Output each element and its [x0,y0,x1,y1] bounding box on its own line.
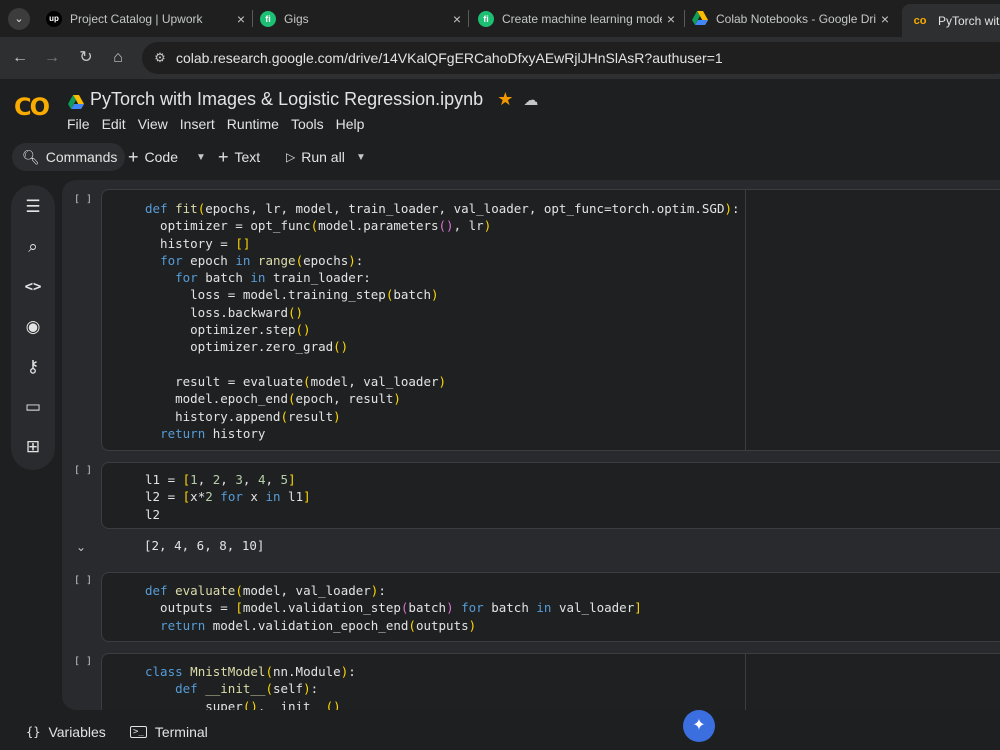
code-cell-list: [ ] l1 = [1, 2, 3, 4, 5] l2 = [x*2 for x… [62,462,1000,562]
close-icon[interactable]: × [662,11,680,27]
cell-output: [2, 4, 6, 8, 10] [144,538,265,553]
code-text: l1 = [1, 2, 3, 4, 5] l2 = [x*2 for x in … [145,472,311,522]
run-cell-button[interactable]: [ ] [74,465,92,476]
upwork-icon: up [46,10,62,27]
tab-upwork[interactable]: up Project Catalog | Upwork × [40,0,250,37]
plus-icon: + [218,146,229,167]
tab-title: Gigs [284,11,309,26]
terminal-button[interactable]: >_ Terminal [130,724,208,740]
site-info-icon[interactable]: ⚙ [150,48,170,68]
notebook-title[interactable]: PyTorch with Images & Logistic Regressio… [90,89,483,110]
forward-arrow-icon[interactable]: → [40,46,64,70]
files-folder-icon[interactable]: ▭ [11,393,55,421]
code-text: def fit(epochs, lr, model, train_loader,… [145,201,740,441]
menu-bar: File Edit View Insert Runtime Tools Help [67,116,376,132]
plus-icon: + [128,146,139,167]
notebook-area: [ ] def fit(epochs, lr, model, train_loa… [62,180,1000,710]
menu-file[interactable]: File [67,116,90,132]
commands-button[interactable]: 🔍︎ Commands [12,143,126,171]
code-text: def evaluate(model, val_loader): outputs… [145,583,642,633]
code-cell-mnist-model: [ ] class MnistModel(nn.Module): def __i… [62,653,1000,710]
code-dropdown[interactable]: ▼ [190,143,206,171]
commands-label: Commands [45,149,118,165]
bottom-bar: {} Variables >_ Terminal [0,712,1000,750]
fiverr-icon: fi [260,10,276,27]
close-icon[interactable]: × [448,11,466,27]
tab-pytorch-notebook[interactable]: co PyTorch with I [902,4,1000,37]
url-text: colab.research.google.com/drive/14VKalQF… [176,50,723,66]
home-icon[interactable]: ⌂ [106,46,130,70]
find-replace-icon[interactable]: ⌕ [11,233,55,261]
menu-view[interactable]: View [138,116,168,132]
menu-insert[interactable]: Insert [180,116,215,132]
url-input[interactable]: ⚙ colab.research.google.com/drive/14VKal… [142,42,1000,74]
menu-help[interactable]: Help [336,116,365,132]
add-code-button[interactable]: + Code [128,143,178,171]
side-rail: ☰ ⌕ <> ◉ ⚷ ▭ ⊞ [11,185,55,470]
table-of-contents-icon[interactable]: ☰ [11,193,55,221]
notebook-title-row: PyTorch with Images & Logistic Regressio… [68,89,538,110]
code-cell-evaluate: [ ] def evaluate(model, val_loader): out… [62,572,1000,644]
code-snippets-icon[interactable]: <> [11,273,55,301]
code-editor[interactable]: class MnistModel(nn.Module): def __init_… [101,653,1000,710]
play-icon: ▷ [286,150,296,164]
data-table-icon[interactable]: ⊞ [11,433,55,461]
text-label: Text [234,149,261,165]
code-editor[interactable]: def fit(epochs, lr, model, train_loader,… [101,189,1000,451]
tab-title: Create machine learning model [502,11,662,26]
colab-icon: co [913,14,927,27]
colab-header: CO PyTorch with Images & Logistic Regres… [0,79,1000,143]
code-editor[interactable]: def evaluate(model, val_loader): outputs… [101,572,1000,642]
reload-icon[interactable]: ↻ [74,46,98,70]
menu-edit[interactable]: Edit [102,116,126,132]
colab-logo[interactable]: CO [14,93,50,121]
run-cell-button[interactable]: [ ] [74,575,92,586]
chevron-down-icon[interactable]: ⌄ [76,540,86,554]
variables-braces-icon: {} [26,725,41,739]
back-arrow-icon[interactable]: ← [8,46,32,70]
close-icon[interactable]: × [876,11,894,27]
code-label: Code [144,149,178,165]
run-all-button[interactable]: ▷ Run all [286,143,345,171]
run-cell-button[interactable]: [ ] [74,656,92,667]
tab-title: PyTorch with I [938,13,1000,28]
terminal-icon: >_ [130,726,147,738]
tab-search-button[interactable]: ⌄ [8,8,30,30]
code-text: class MnistModel(nn.Module): def __init_… [145,664,356,710]
google-drive-icon [692,10,708,27]
cloud-saved-icon[interactable]: ☁ [523,91,538,109]
gemini-icon[interactable]: ✦ [683,710,715,742]
address-bar-row: ← → ↻ ⌂ ⚙ colab.research.google.com/driv… [0,37,1000,79]
menu-runtime[interactable]: Runtime [227,116,279,132]
variable-inspector-icon[interactable]: ◉ [11,313,55,341]
chevron-down-icon: ▼ [356,151,366,163]
tab-gigs[interactable]: fi Gigs × [256,0,466,37]
browser-tab-strip: ⌄ up Project Catalog | Upwork × fi Gigs … [0,0,1000,37]
tab-create-ml-model[interactable]: fi Create machine learning model × [474,0,680,37]
tab-title: Project Catalog | Upwork [70,11,203,26]
code-cell-fit: [ ] def fit(epochs, lr, model, train_loa… [62,188,1000,453]
tab-colab-notebooks-drive[interactable]: Colab Notebooks - Google Driv × [692,0,894,37]
menu-tools[interactable]: Tools [291,116,324,132]
star-icon[interactable]: ★ [497,89,513,110]
google-drive-icon[interactable] [68,93,84,109]
run-all-dropdown[interactable]: ▼ [350,143,366,171]
code-editor[interactable]: l1 = [1, 2, 3, 4, 5] l2 = [x*2 for x in … [101,462,1000,529]
secrets-key-icon[interactable]: ⚷ [11,353,55,381]
chevron-down-icon: ▼ [196,151,206,163]
close-icon[interactable]: × [232,11,250,27]
add-text-button[interactable]: + Text [218,143,260,171]
notebook-toolbar: 🔍︎ Commands + Code ▼ + Text ▷ Run all ▼ [0,143,1000,173]
terminal-label: Terminal [154,724,208,740]
search-icon: 🔍︎ [22,148,40,165]
run-all-label: Run all [301,149,345,165]
run-cell-button[interactable]: [ ] [74,194,92,205]
fiverr-icon: fi [478,10,494,27]
variables-button[interactable]: {} Variables [26,724,106,740]
tab-title: Colab Notebooks - Google Driv [716,11,876,26]
variables-label: Variables [48,724,106,740]
